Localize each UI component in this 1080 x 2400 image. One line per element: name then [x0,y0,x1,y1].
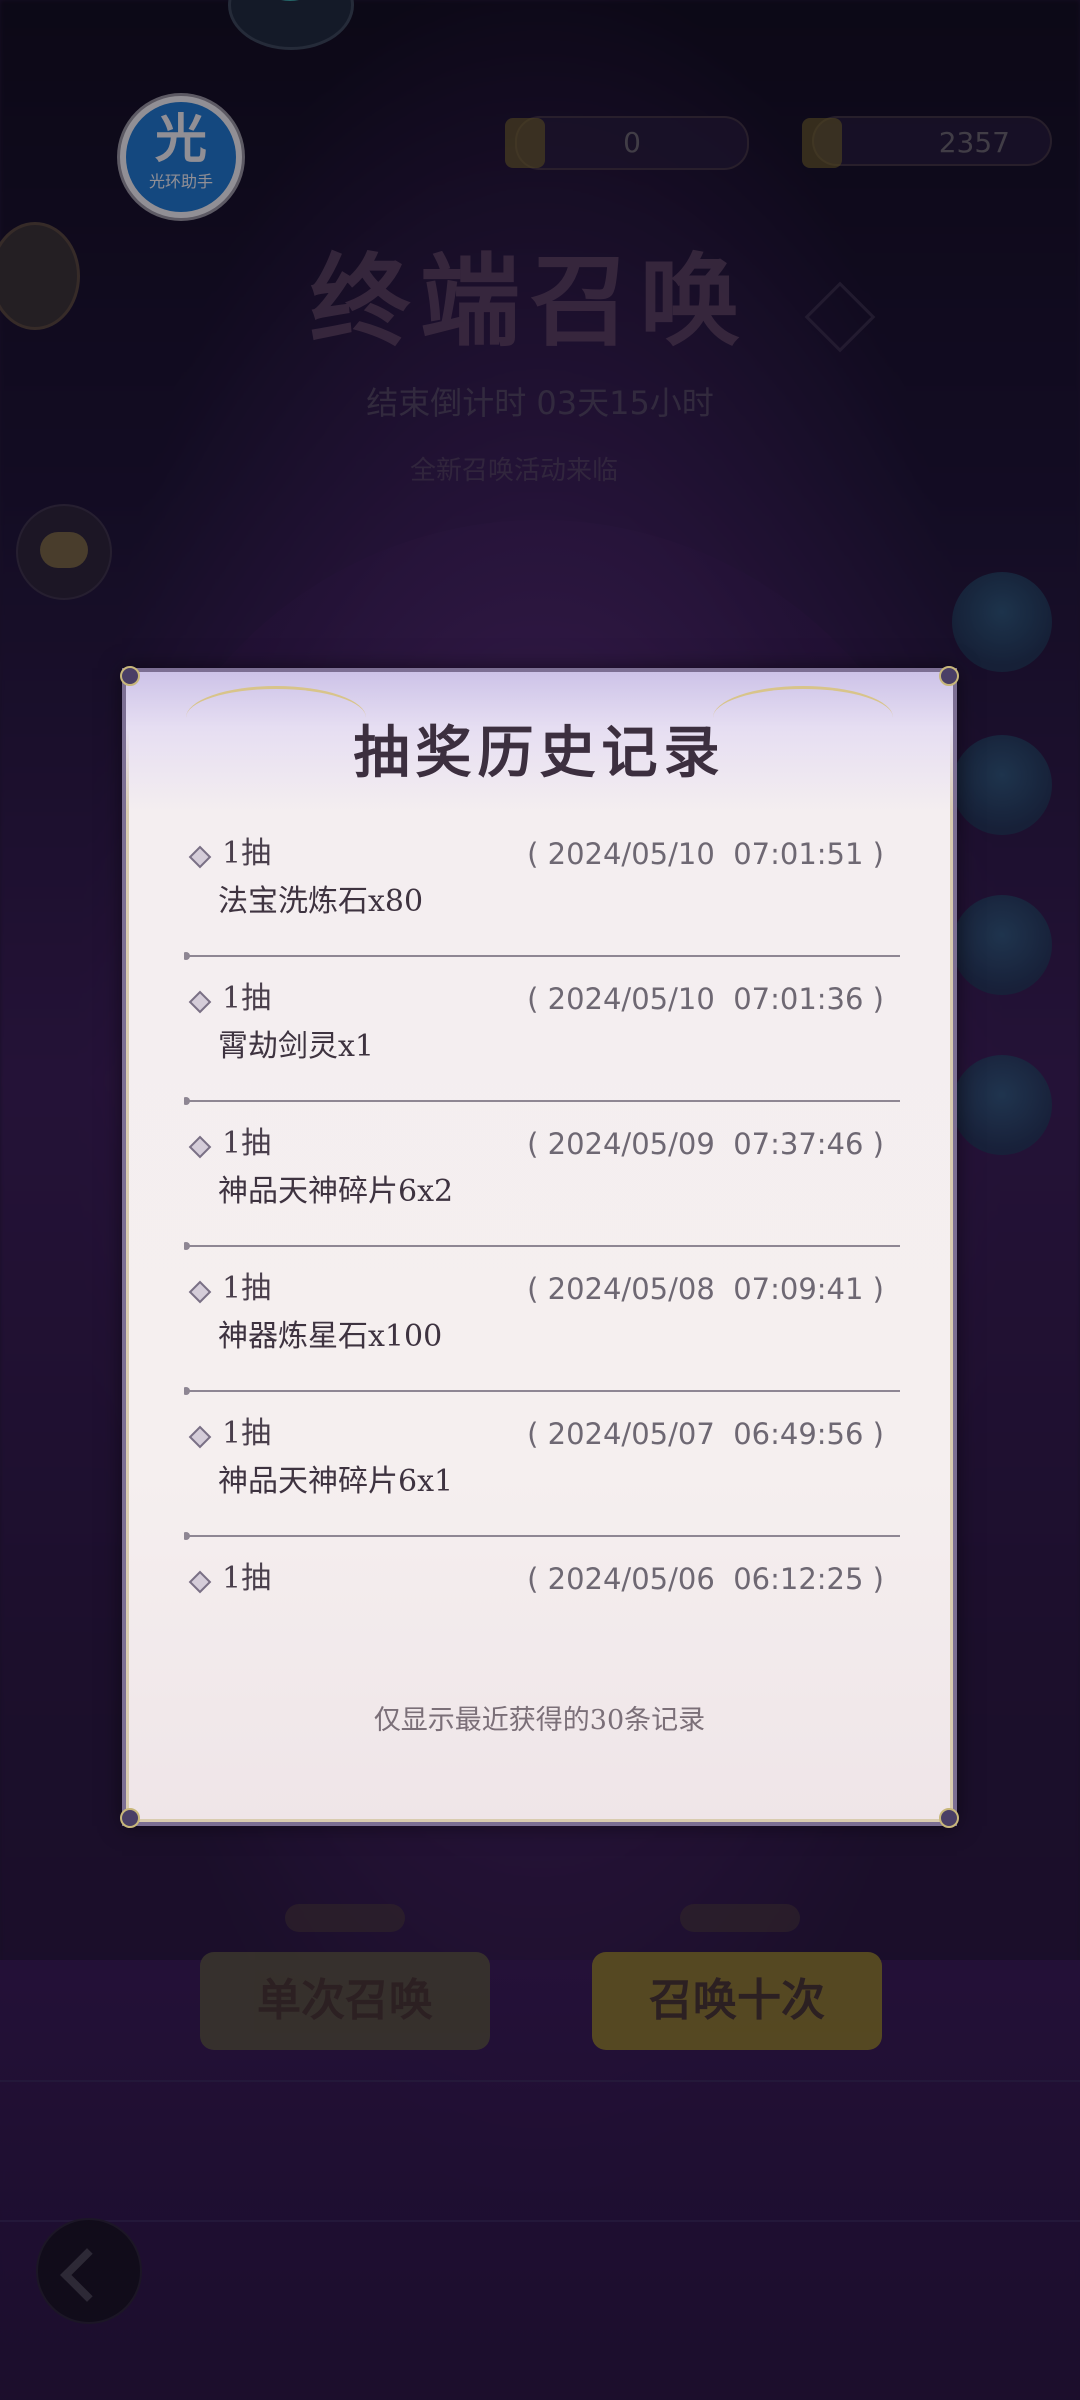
corner-ornament [120,1808,140,1828]
record-divider [184,1242,900,1250]
record-divider [184,952,900,960]
draw-time: ( 2024/05/09 07:37:46 ) [527,1127,884,1161]
history-record: 1抽 ( 2024/05/09 07:37:46 ) 神品天神碎片6x2 [184,1112,900,1257]
history-record: 1抽 ( 2024/05/10 07:01:36 ) 霄劫剑灵x1 [184,967,900,1112]
record-divider [184,1097,900,1105]
record-limit-note: 仅显示最近获得的30条记录 [373,1705,706,1736]
history-record: 1抽 ( 2024/05/08 07:09:41 ) 神器炼星石x100 [184,1257,900,1402]
draw-time: ( 2024/05/10 07:01:51 ) [527,837,884,871]
bullet-diamond-icon [188,845,212,869]
history-list-continued[interactable]: 1抽 ( 2024/05/08 07:09:41 ) 神器炼星石x100 1抽 … [184,1257,900,1667]
draw-history-dialog: 抽奖历史记录 1抽 ( 2024/05/10 07:01:51 ) 法宝洗炼石x… [120,666,959,1828]
draw-time: ( 2024/05/10 07:01:36 ) [527,982,884,1016]
record-divider [184,1387,900,1395]
bullet-diamond-icon [188,1425,212,1449]
draw-time: ( 2024/05/08 07:09:41 ) [527,1272,884,1306]
history-list[interactable]: 1抽 ( 2024/05/10 07:01:51 ) 法宝洗炼石x80 1抽 (… [184,822,900,1266]
reward-item: 神品天神碎片6x2 [218,1174,454,1209]
reward-item: 法宝洗炼石x80 [218,884,424,919]
history-record: 1抽 ( 2024/05/06 06:12:25 ) [184,1547,900,1667]
draw-count: 1抽 [222,1561,272,1596]
record-divider [184,1532,900,1540]
bullet-diamond-icon [188,1280,212,1304]
reward-item: 霄劫剑灵x1 [218,1029,375,1064]
bullet-diamond-icon [188,1135,212,1159]
dialog-title: 抽奖历史记录 [353,720,726,786]
history-record: 1抽 ( 2024/05/07 06:49:56 ) 神品天神碎片6x1 [184,1402,900,1547]
reward-item: 神器炼星石x100 [218,1319,443,1354]
bullet-diamond-icon [188,990,212,1014]
bullet-diamond-icon [188,1570,212,1594]
draw-count: 1抽 [222,1126,272,1161]
reward-item: 神品天神碎片6x1 [218,1464,454,1499]
draw-time: ( 2024/05/06 06:12:25 ) [527,1562,884,1596]
draw-count: 1抽 [222,1271,272,1306]
history-record: 1抽 ( 2024/05/10 07:01:51 ) 法宝洗炼石x80 [184,822,900,967]
corner-ornament [939,1808,959,1828]
draw-time: ( 2024/05/07 06:49:56 ) [527,1417,884,1451]
draw-count: 1抽 [222,836,272,871]
draw-count: 1抽 [222,1416,272,1451]
draw-count: 1抽 [222,981,272,1016]
corner-ornament [939,666,959,686]
corner-ornament [120,666,140,686]
